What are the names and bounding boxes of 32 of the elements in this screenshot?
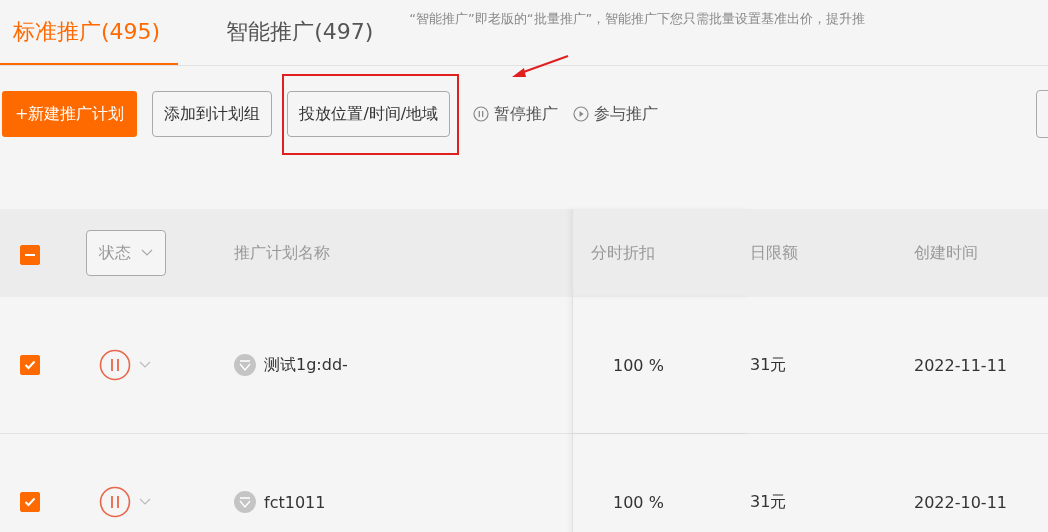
row-checkbox[interactable] xyxy=(20,492,40,512)
pause-status-icon[interactable] xyxy=(99,486,131,518)
column-header: 推广计划名称 xyxy=(234,242,330,262)
column-header: 创建时间 xyxy=(914,242,978,262)
column-header: 分时折扣 xyxy=(591,242,655,264)
action-link[interactable]: 参与推广 xyxy=(573,103,659,125)
check-icon xyxy=(24,360,36,370)
table-cell: 100 % xyxy=(613,492,664,512)
table-cell: 31元 xyxy=(750,491,787,511)
caret-icon[interactable] xyxy=(139,498,151,506)
table-cell: 100 % xyxy=(613,355,664,375)
pause-status-icon[interactable] xyxy=(99,349,131,381)
select-all-checkbox[interactable] xyxy=(20,245,40,265)
check-icon xyxy=(24,497,36,507)
plan-type-icon xyxy=(234,491,256,513)
row-checkbox[interactable] xyxy=(20,355,40,375)
plan-type-icon xyxy=(234,354,256,376)
toolbar-button[interactable]: 投放位置/时间/地域 xyxy=(287,91,451,137)
table-cell: 2022-10-11 xyxy=(914,492,1007,512)
play-icon xyxy=(573,106,590,122)
notice-text: “智能推广”即老版的“批量推广”，智能推广下您只需批量设置基准出价，提升推 xyxy=(409,10,866,28)
action-link[interactable]: 暂停推广 xyxy=(473,103,559,125)
plan-name[interactable]: fct1011 xyxy=(264,492,326,512)
table-cell: 31元 xyxy=(750,354,787,374)
toolbar-button[interactable]: 添加到计划组 xyxy=(152,91,273,137)
tab[interactable]: 智能推广(497) xyxy=(218,17,374,65)
caret-icon xyxy=(141,249,153,257)
caret-icon[interactable] xyxy=(139,361,151,369)
table-cell: 2022-11-11 xyxy=(914,355,1007,375)
pause-icon xyxy=(473,106,490,122)
plan-name[interactable]: 测试1g:dd- xyxy=(264,354,348,376)
column-header: 日限额 xyxy=(750,242,798,262)
